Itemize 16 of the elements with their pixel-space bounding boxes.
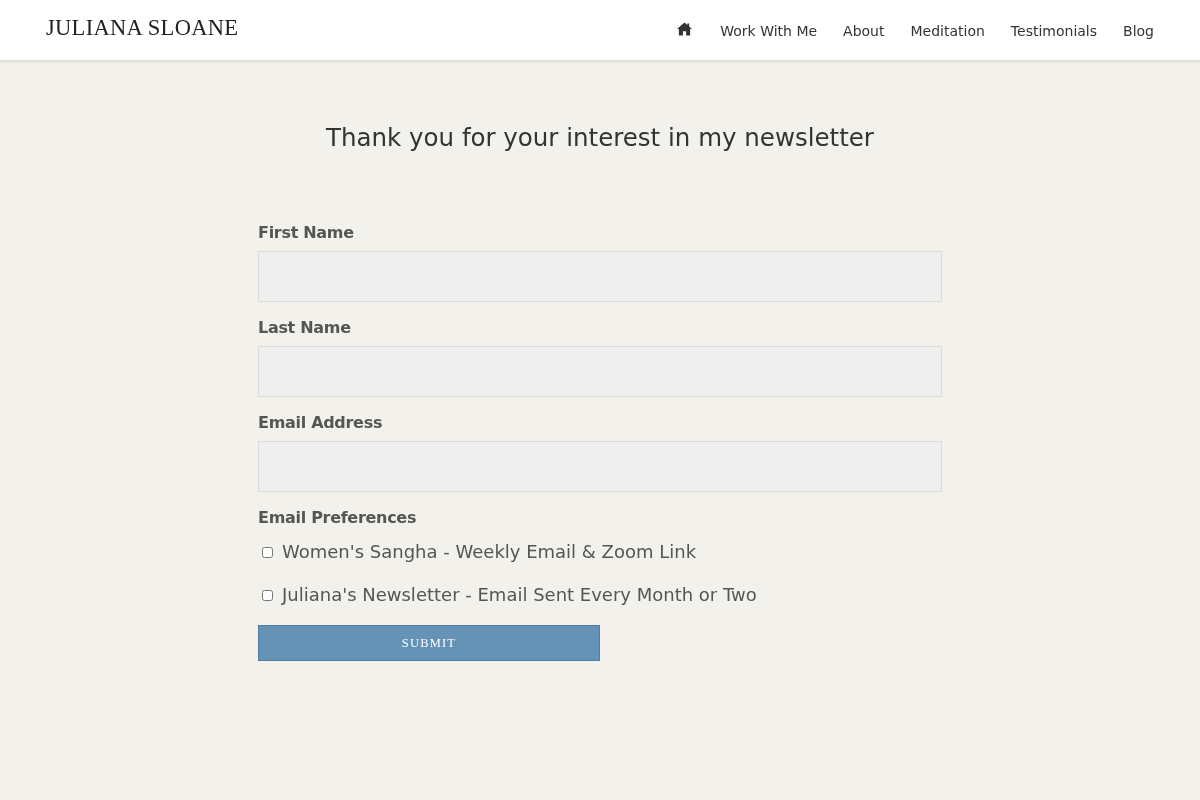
nav-link[interactable]: Blog: [1123, 23, 1154, 39]
page-title: Thank you for your interest in my newsletter: [326, 123, 874, 152]
checkbox-label: Women's Sangha - Weekly Email & Zoom Link: [282, 540, 697, 564]
field-label: Email Preferences: [258, 507, 417, 529]
field-label: Last Name: [258, 317, 351, 339]
site-logo[interactable]: JULIANA SLOANE: [46, 15, 239, 41]
nav-link[interactable]: Testimonials: [1010, 23, 1098, 39]
home-icon[interactable]: [677, 22, 693, 36]
checkbox[interactable]: [262, 589, 273, 601]
field-label: First Name: [258, 222, 354, 244]
nav-link[interactable]: About: [843, 23, 885, 39]
nav-link[interactable]: Work With Me: [720, 23, 818, 39]
field-label: Email Address: [258, 412, 383, 434]
nav-link[interactable]: Meditation: [910, 23, 985, 39]
checkbox[interactable]: [262, 546, 273, 558]
checkbox-label: Juliana's Newsletter - Email Sent Every Month or Two: [282, 583, 757, 607]
